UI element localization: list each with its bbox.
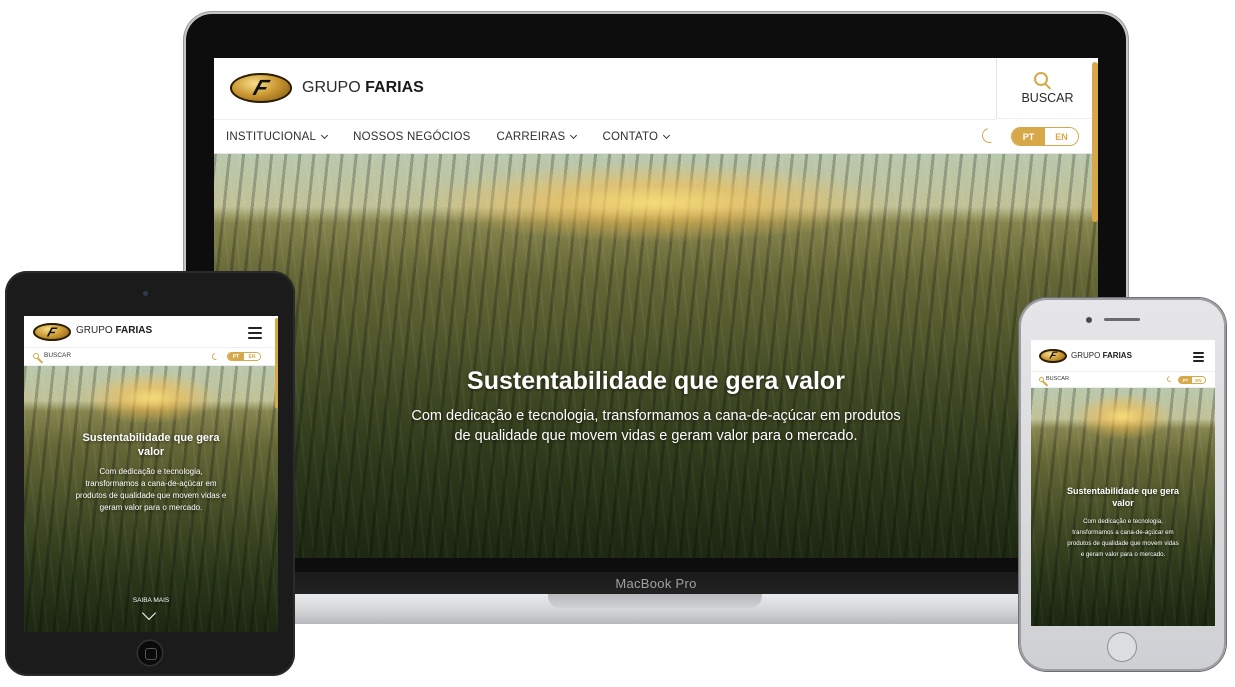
language-switch[interactable]: PT EN bbox=[227, 352, 261, 361]
search-button[interactable]: BUSCAR bbox=[996, 58, 1098, 119]
hero-subtitle-line: produtos de qualidade que movem vidas bbox=[1067, 540, 1179, 547]
device-label: MacBook Pro bbox=[615, 576, 697, 591]
nav-label: NOSSOS NEGÓCIOS bbox=[353, 131, 471, 143]
nav-item-carreiras[interactable]: CARREIRAS bbox=[496, 131, 578, 143]
hero-title: valor bbox=[137, 446, 165, 458]
logo-letter: F bbox=[250, 75, 272, 100]
brand-name[interactable]: GRUPO FARIAS bbox=[1071, 351, 1132, 360]
hero-subtitle-line: Com dedicação e tecnologia, bbox=[1083, 518, 1163, 525]
hero-subtitle-line: geram valor para o mercado. bbox=[99, 503, 203, 512]
hero-subtitle-line: Com dedicação e tecnologia, transformamo… bbox=[411, 408, 901, 424]
language-switch[interactable]: PT EN bbox=[1011, 127, 1079, 146]
dark-mode-toggle-icon[interactable] bbox=[979, 125, 1000, 146]
hero-banner: Sustentabilidade que gera valor Com dedi… bbox=[24, 366, 278, 632]
dark-mode-toggle-icon[interactable] bbox=[210, 351, 221, 362]
brand-name-light: GRUPO bbox=[302, 79, 366, 96]
chevron-down-icon bbox=[663, 131, 671, 140]
tablet-screen: F GRUPO FARIAS BUSCAR PT EN Sustentabili… bbox=[24, 316, 278, 632]
hero-subtitle-line: de qualidade que movem vidas e geram val… bbox=[454, 428, 858, 444]
logo-letter: F bbox=[1048, 350, 1058, 362]
nav-item-contato[interactable]: CONTATO bbox=[602, 131, 671, 143]
brand-name-bold: FARIAS bbox=[365, 79, 424, 96]
scrollbar[interactable] bbox=[1092, 62, 1098, 222]
hero-title: Sustentabilidade que gera bbox=[1066, 486, 1180, 496]
lang-en-button[interactable]: EN bbox=[1045, 128, 1078, 145]
search-icon[interactable] bbox=[33, 353, 39, 359]
site-header: F GRUPO FARIAS BUSCAR INSTITUCIONAL NOSS… bbox=[214, 58, 1098, 154]
nav-label: CARREIRAS bbox=[496, 131, 566, 143]
lang-pt-button[interactable]: PT bbox=[228, 353, 244, 360]
laptop-screen: F GRUPO FARIAS BUSCAR INSTITUCIONAL NOSS… bbox=[214, 58, 1098, 558]
camera-icon bbox=[1086, 317, 1092, 323]
laptop-notch bbox=[548, 594, 762, 608]
nav-item-institucional[interactable]: INSTITUCIONAL bbox=[226, 131, 329, 143]
brand-name-light: GRUPO bbox=[76, 325, 116, 336]
hero-subtitle-line: e geram valor para o mercado. bbox=[1080, 551, 1166, 558]
brand-name[interactable]: GRUPO FARIAS bbox=[76, 325, 152, 336]
brand-name[interactable]: GRUPO FARIAS bbox=[302, 79, 424, 97]
hero-banner: Sustentabilidade que gera valor Com dedi… bbox=[214, 154, 1098, 558]
dark-mode-toggle-icon[interactable] bbox=[1165, 374, 1175, 384]
lang-en-button[interactable]: EN bbox=[244, 353, 260, 360]
search-label: BUSCAR bbox=[1021, 91, 1074, 105]
menu-icon[interactable] bbox=[1193, 352, 1204, 365]
brand-logo-icon[interactable]: F bbox=[230, 73, 292, 103]
home-button[interactable] bbox=[138, 641, 162, 665]
menu-icon[interactable] bbox=[248, 327, 262, 342]
scroll-down-icon[interactable] bbox=[141, 605, 157, 621]
site-header: F GRUPO FARIAS bbox=[24, 316, 278, 348]
main-nav: INSTITUCIONAL NOSSOS NEGÓCIOS CARREIRAS … bbox=[226, 120, 671, 154]
camera-icon bbox=[143, 291, 148, 296]
brand-name-light: GRUPO bbox=[1071, 351, 1103, 360]
saiba-mais-link[interactable]: SAIBA MAIS bbox=[24, 597, 278, 604]
speaker-icon bbox=[1104, 318, 1140, 321]
brand-logo-icon[interactable]: F bbox=[33, 323, 71, 341]
chevron-down-icon bbox=[321, 131, 329, 140]
hero-subtitle-line: Com dedicação e tecnologia, bbox=[99, 467, 203, 476]
hero-title: valor bbox=[1112, 498, 1134, 508]
search-bar: BUSCAR PT EN bbox=[24, 348, 278, 366]
search-label[interactable]: BUSCAR bbox=[44, 352, 71, 359]
hero-subtitle-line: transformamos a cana-de-açúcar em bbox=[85, 479, 217, 488]
home-button[interactable] bbox=[1107, 632, 1137, 662]
logo-letter: F bbox=[45, 324, 59, 340]
hero-subtitle-line: transformamos a cana-de-açúcar em bbox=[1072, 529, 1174, 536]
brand-name-bold: FARIAS bbox=[115, 325, 153, 336]
language-switch[interactable]: PT EN bbox=[1178, 376, 1206, 384]
brand-logo-icon[interactable]: F bbox=[1039, 349, 1067, 363]
search-icon bbox=[1034, 72, 1048, 86]
nav-item-nossos-negocios[interactable]: NOSSOS NEGÓCIOS bbox=[353, 131, 470, 143]
brand-name-bold: FARIAS bbox=[1102, 351, 1132, 360]
hero-title: Sustentabilidade que gera bbox=[82, 432, 220, 444]
hero-title: Sustentabilidade que gera valor bbox=[467, 367, 845, 395]
lang-pt-button[interactable]: PT bbox=[1012, 128, 1045, 145]
nav-label: INSTITUCIONAL bbox=[226, 131, 317, 143]
lang-pt-button[interactable]: PT bbox=[1179, 377, 1192, 383]
lang-en-button[interactable]: EN bbox=[1192, 377, 1205, 383]
hero-subtitle-line: produtos de qualidade que movem vidas e bbox=[75, 491, 227, 500]
chevron-down-icon bbox=[570, 131, 578, 140]
nav-label: CONTATO bbox=[602, 131, 659, 143]
